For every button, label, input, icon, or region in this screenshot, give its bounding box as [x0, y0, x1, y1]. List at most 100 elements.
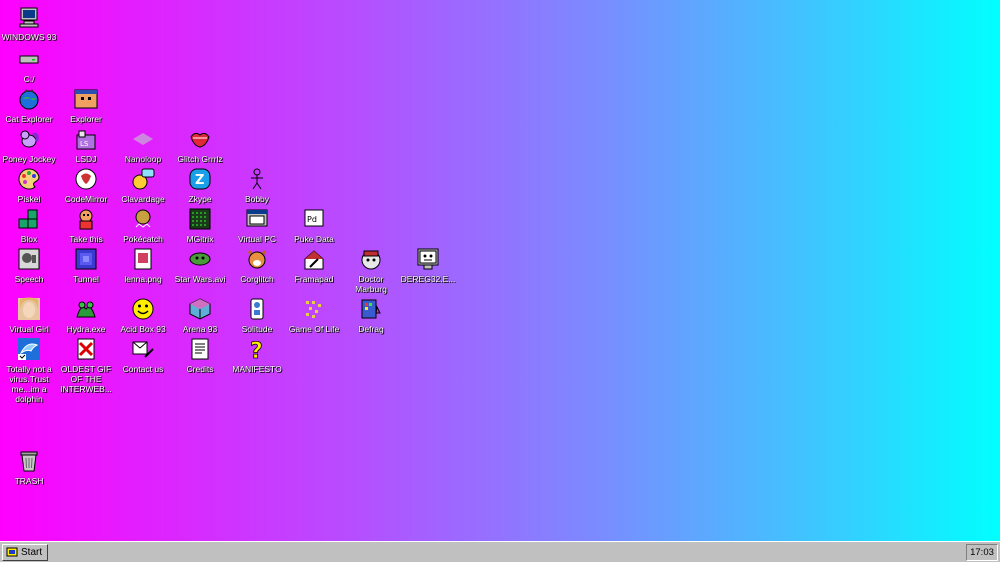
desktop-icon-label: CodeMirror [64, 194, 108, 204]
desktop-icon-mgitrix[interactable]: MGitrix [171, 206, 229, 244]
desktop-icon-arena93[interactable]: Arena 93 [171, 296, 229, 334]
codemirror-icon [73, 166, 99, 192]
desktop-icon-c-drive[interactable]: C:/ [0, 46, 58, 84]
desktop-icon-puke-data[interactable]: Pd Puke Data [285, 206, 343, 244]
desktop-icon-defrag[interactable]: Defrag [342, 296, 400, 334]
desktop-icon-label: Virtual PC [237, 234, 277, 244]
desktop-icon-virtual-girl[interactable]: Virtual Girl [0, 296, 58, 334]
desktop-icon-explorer[interactable]: Explorer [57, 86, 115, 124]
desktop-icon-label: Contact us [122, 364, 164, 374]
start-button[interactable]: Start [2, 544, 48, 561]
svg-text:Pd: Pd [307, 215, 317, 224]
desktop-icon-label: Solitude [241, 324, 273, 334]
desktop-icon-label: Speech [14, 274, 44, 284]
gif-icon [73, 336, 99, 362]
stick-figure-icon [244, 166, 270, 192]
desktop-icon-label: Totally not a virus.Trust me...im a dolp… [6, 364, 52, 404]
corgi-icon [244, 246, 270, 272]
zkype-icon: Z [187, 166, 213, 192]
desktop-icon-clavardage[interactable]: Clavardage [114, 166, 172, 204]
desktop-icon-windows93[interactable]: WINDOWS 93 [0, 4, 58, 42]
desktop-icon-label: Poney Jockey [2, 154, 56, 164]
desktop-icon-nanoloop[interactable]: Nanoloop [114, 126, 172, 164]
document-icon [187, 336, 213, 362]
desktop-icon-poney-jockey[interactable]: Poney Jockey [0, 126, 58, 164]
desktop-icon-take-this[interactable]: Take this [57, 206, 115, 244]
desktop-icon-tunnel[interactable]: Tunnel [57, 246, 115, 284]
desktop-icon-trash[interactable]: TRASH [0, 448, 58, 486]
desktop-icon-contact-us[interactable]: Contact us [114, 336, 172, 374]
svg-text:LS: LS [80, 140, 89, 148]
image-file-icon [130, 246, 156, 272]
desktop-icon-label: Nanoloop [124, 154, 162, 164]
desktop-icon-label: Explorer [70, 114, 102, 124]
desktop-icon-manifesto[interactable]: ? MANIFESTO [228, 336, 286, 374]
desktop-icon-oldest-gif[interactable]: OLDEST GIF OF THE INTERWEB... [57, 336, 115, 394]
defrag-icon [358, 296, 384, 322]
cat-globe-icon [16, 86, 42, 112]
chat-icon [130, 166, 156, 192]
desktop-icon-label: Blox [20, 234, 38, 244]
explorer-icon [73, 86, 99, 112]
desktop-icon-label: WINDOWS 93 [1, 32, 57, 42]
desktop-icon-codemirror[interactable]: CodeMirror [57, 166, 115, 204]
desktop-icon-virtual-pc[interactable]: Virtual PC [228, 206, 286, 244]
desktop-icon-glitch-grrrlz[interactable]: Glitch Grrrlz [171, 126, 229, 164]
contact-icon [130, 336, 156, 362]
desktop-icon-lenna[interactable]: lenna.png [114, 246, 172, 284]
pony-icon [16, 126, 42, 152]
desktop-icon-label: Star Wars.avi [174, 274, 226, 284]
desktop-icon-label: Arena 93 [182, 324, 218, 334]
svg-text:Z: Z [195, 173, 204, 188]
taskbar-clock: 17:03 [966, 544, 998, 561]
take-this-icon [73, 206, 99, 232]
desktop-icon-star-wars[interactable]: Star Wars.avi [171, 246, 229, 284]
desktop-icon-framapad[interactable]: Framapad [285, 246, 343, 284]
solitude-icon [244, 296, 270, 322]
pokecatch-icon [130, 206, 156, 232]
desktop-icon-label: Doctor Marburg [355, 274, 387, 294]
virtual-pc-icon [244, 206, 270, 232]
desktop-icon-lsdj[interactable]: LS LSDJ [57, 126, 115, 164]
desktop-icon-doctor-marburg[interactable]: Doctor Marburg [342, 246, 400, 294]
desktop-icon-label: Bobby [244, 194, 270, 204]
desktop-icon-cat-explorer[interactable]: Cat Explorer [0, 86, 58, 124]
question-icon: ? [244, 336, 270, 362]
svg-text:?: ? [250, 339, 263, 361]
lsdj-icon: LS [73, 126, 99, 152]
start-icon [6, 547, 18, 558]
desktop-icon-label: Game Of Life [288, 324, 340, 334]
desktop-icon-label: Glitch Grrrlz [177, 154, 223, 164]
desktop-icon-label: Tunnel [73, 274, 99, 284]
desktop-icon-dolphin[interactable]: Totally not a virus.Trust me...im a dolp… [0, 336, 58, 404]
desktop-icon-bobby[interactable]: Bobby [228, 166, 286, 204]
desktop-icon-dereg32[interactable]: DEREG32.E... [399, 246, 457, 284]
desktop-icon-label: Acid Box 93 [120, 324, 166, 334]
tunnel-icon [73, 246, 99, 272]
dolphin-icon [16, 336, 42, 362]
desktop-icon-piskel[interactable]: Piskel [0, 166, 58, 204]
desktop-icon-label: Piskel [17, 194, 41, 204]
desktop-icon-label: Clavardage [121, 194, 165, 204]
cube-icon [187, 296, 213, 322]
desktop-icon-speech[interactable]: Speech [0, 246, 58, 284]
desktop-icon-label: LSDJ [75, 154, 97, 164]
desktop-icon-label: MGitrix [186, 234, 214, 244]
yoda-icon [187, 246, 213, 272]
virtual-girl-icon [16, 296, 42, 322]
framapad-icon [301, 246, 327, 272]
desktop-icon-label: Cat Explorer [5, 114, 53, 124]
desktop-icon-game-of-life[interactable]: Game Of Life [285, 296, 343, 334]
desktop-icon-pokecatch[interactable]: Pokécatch [114, 206, 172, 244]
desktop-icon-label: Puke Data [294, 234, 334, 244]
desktop-icon-acid-box[interactable]: Acid Box 93 [114, 296, 172, 334]
desktop-icon-solitude[interactable]: Solitude [228, 296, 286, 334]
desktop-icon-label: Pokécatch [123, 234, 163, 244]
desktop-icon-credits[interactable]: Credits [171, 336, 229, 374]
nanoloop-icon [130, 126, 156, 152]
desktop-icon-label: OLDEST GIF OF THE INTERWEB... [60, 364, 112, 394]
desktop-icon-hydra[interactable]: Hydra.exe [57, 296, 115, 334]
desktop-icon-blox[interactable]: Blox [0, 206, 58, 244]
desktop-icon-zkype[interactable]: Z Zkype [171, 166, 229, 204]
desktop-icon-corglitch[interactable]: Corglitch [228, 246, 286, 284]
